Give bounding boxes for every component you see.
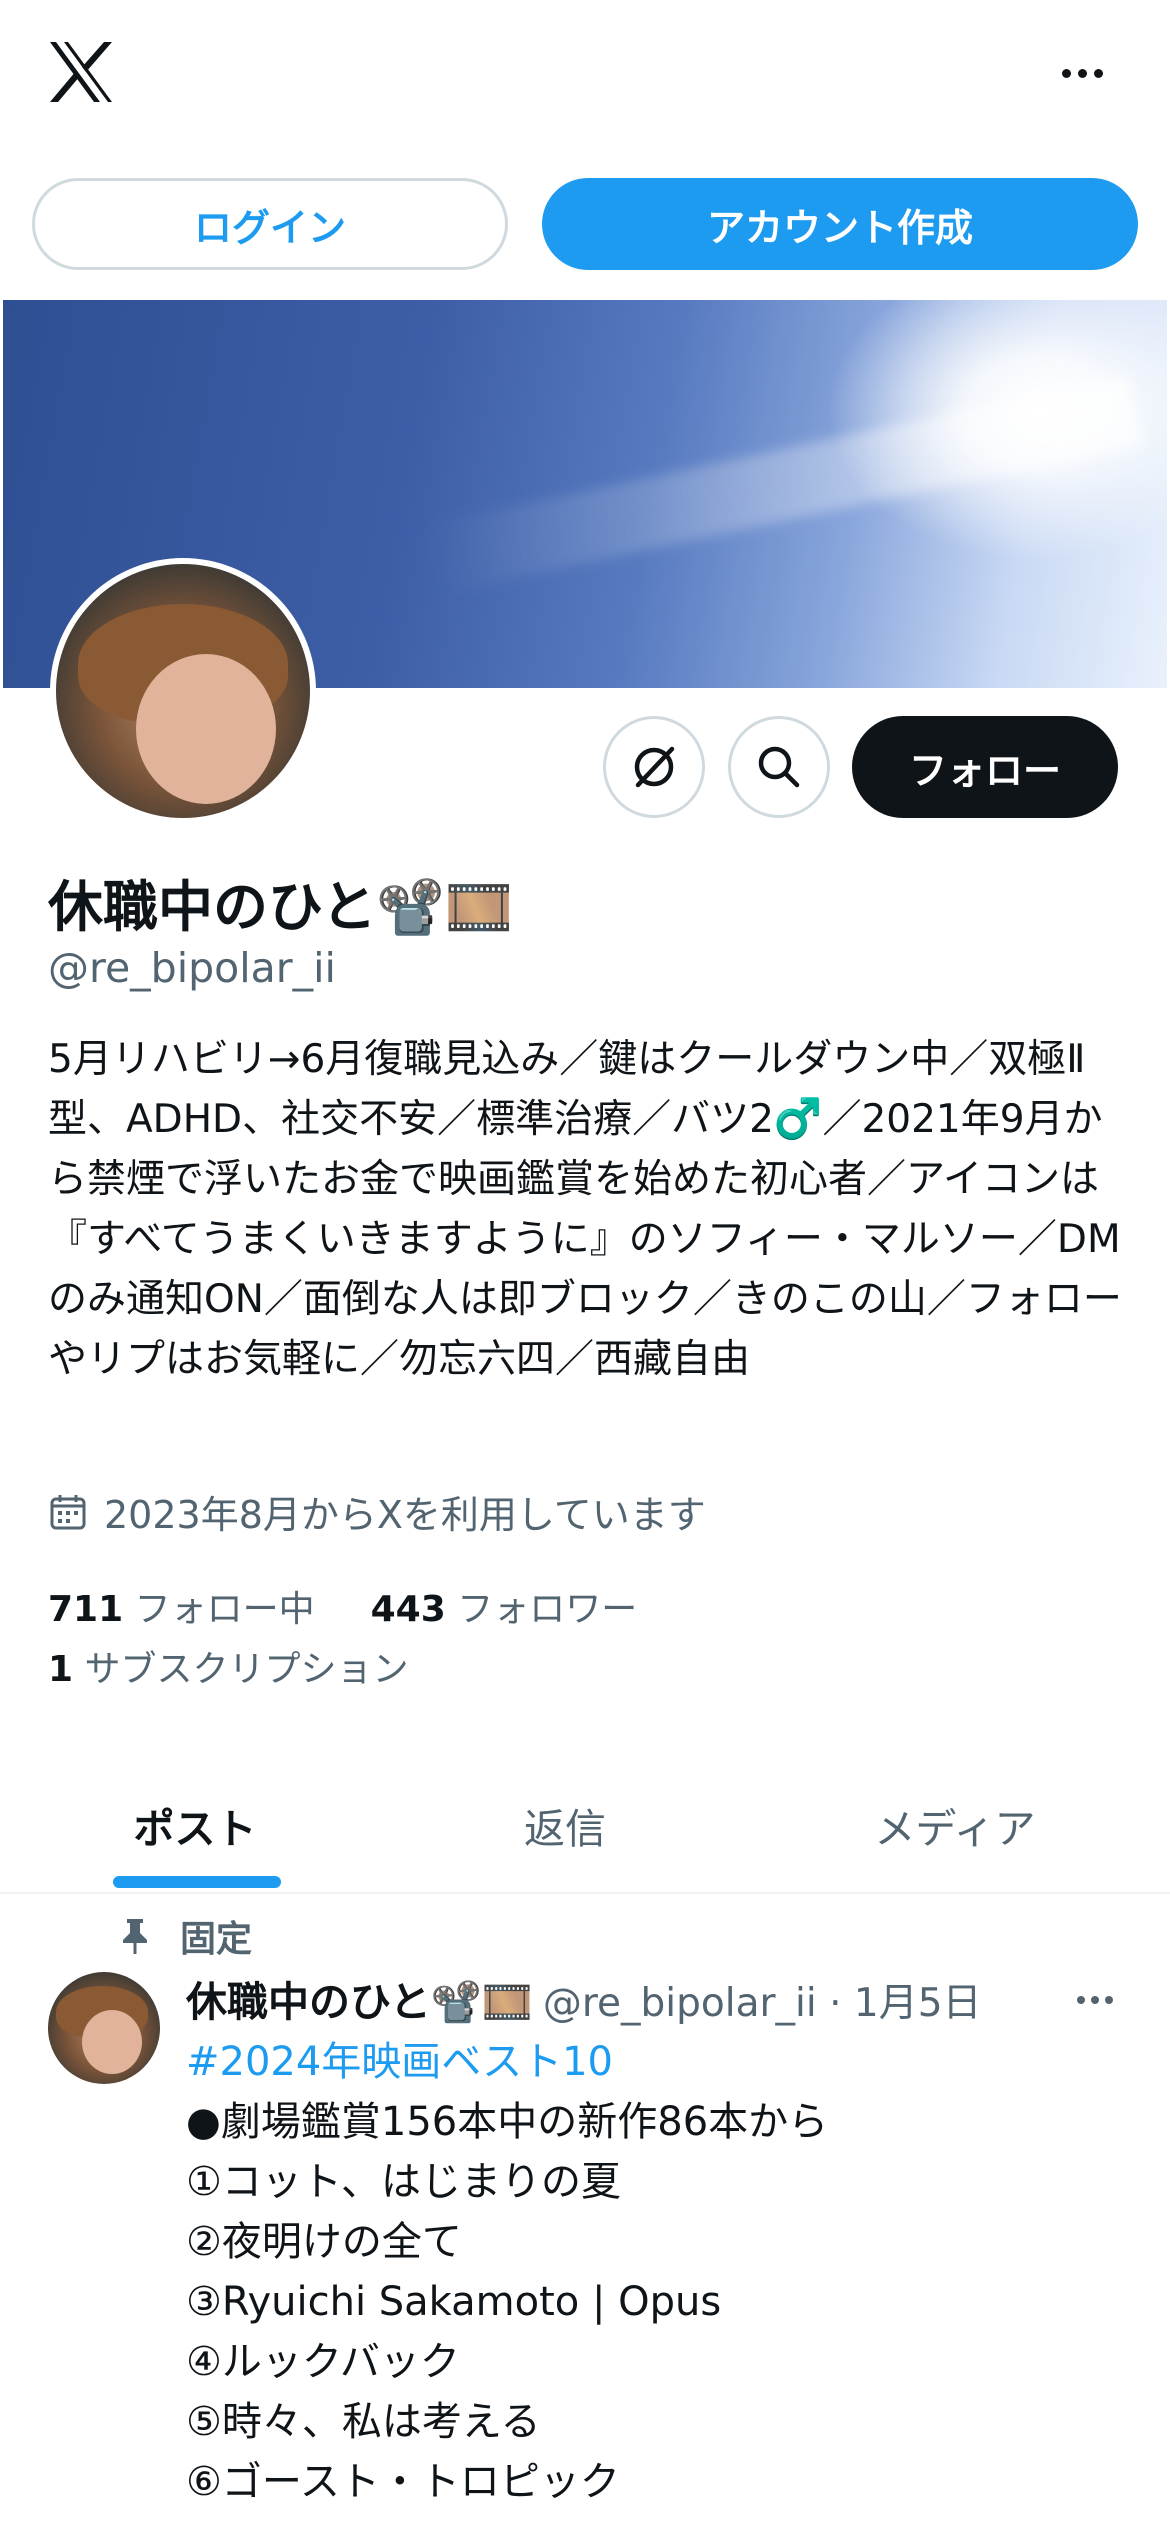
followers-label: フォロワー [457,1589,638,1630]
tab-media[interactable]: メディア [760,1760,1150,1890]
pinned-label: 固定 [180,1919,253,1960]
post-line: ②夜明けの全て [186,2219,462,2265]
profile-display-name: 休職中のひと📽️🎞️ [48,875,514,939]
follow-button[interactable]: フォロー [852,716,1118,818]
subscriptions-link[interactable]: 1 サブスクリプション [48,1640,409,1692]
active-tab-indicator [113,1876,281,1888]
following-count: 711 [48,1589,124,1630]
more-icon[interactable] [1052,48,1112,98]
login-button[interactable]: ログイン [32,178,508,270]
profile-handle: @re_bipolar_ii [48,944,336,992]
banner-sun-glow [827,300,1167,560]
grok-button[interactable] [603,716,705,818]
post-hashtag[interactable]: #2024年映画ベスト10 [186,2032,1136,2092]
post-more-icon[interactable] [1070,1982,1120,2018]
post-body: #2024年映画ベスト10 ●劇場鑑賞156本中の新作86本から ①コット、はじ… [186,2032,1136,2512]
profile-bio: 5月リハビリ→6月復職見込み／鍵はクールダウン中／双極Ⅱ型、ADHD、社交不安／… [48,1037,1122,1382]
profile-avatar[interactable] [50,558,316,824]
pinned-indicator: 固定 [120,1910,252,1962]
joined-date: 2023年8月からXを利用しています [48,1484,706,1539]
top-bar [0,0,1170,160]
profile-tabs: ポスト 返信 メディア [0,1760,1170,1894]
subscriptions-count: 1 [48,1649,74,1690]
post-author-avatar[interactable] [48,1972,160,2084]
post-line: ③Ryuichi Sakamoto | Opus [186,2279,722,2325]
subscriptions-label: サブスクリプション [84,1649,409,1690]
tab-posts[interactable]: ポスト [0,1760,390,1890]
post-line: ⑥ゴースト・トロピック [186,2459,620,2505]
post-avatar-face [82,2010,142,2074]
pin-icon [123,1919,147,1954]
post-header: 休職中のひと📽️🎞️ @re_bipolar_ii · 1月5日 [186,1968,1046,2028]
grok-icon [634,746,675,788]
avatar-face [136,654,276,804]
joined-text: 2023年8月からXを利用しています [104,1493,706,1537]
create-account-button[interactable]: アカウント作成 [542,178,1138,270]
tab-replies[interactable]: 返信 [370,1760,760,1890]
followers-link[interactable]: 443 フォロワー [371,1580,638,1632]
calendar-icon [50,1494,86,1529]
post-line: ④ルックバック [186,2339,460,2385]
following-label: フォロー中 [134,1589,315,1630]
x-logo-icon[interactable] [46,40,116,104]
follow-stats: 711 フォロー中 443 フォロワー [48,1580,637,1632]
search-button[interactable] [728,716,830,818]
post-line: ●劇場鑑賞156本中の新作86本から [186,2099,829,2145]
auth-buttons: ログイン アカウント作成 [32,178,1138,270]
following-link[interactable]: 711 フォロー中 [48,1580,315,1632]
followers-count: 443 [370,1589,446,1630]
post-line: ①コット、はじまりの夏 [186,2159,622,2205]
post-author-name[interactable]: 休職中のひと📽️🎞️ [186,1968,533,2028]
post-author-meta[interactable]: @re_bipolar_ii · 1月5日 [543,1972,982,2028]
post-line: ⑤時々、私は考える [186,2399,541,2445]
search-icon [758,746,800,788]
